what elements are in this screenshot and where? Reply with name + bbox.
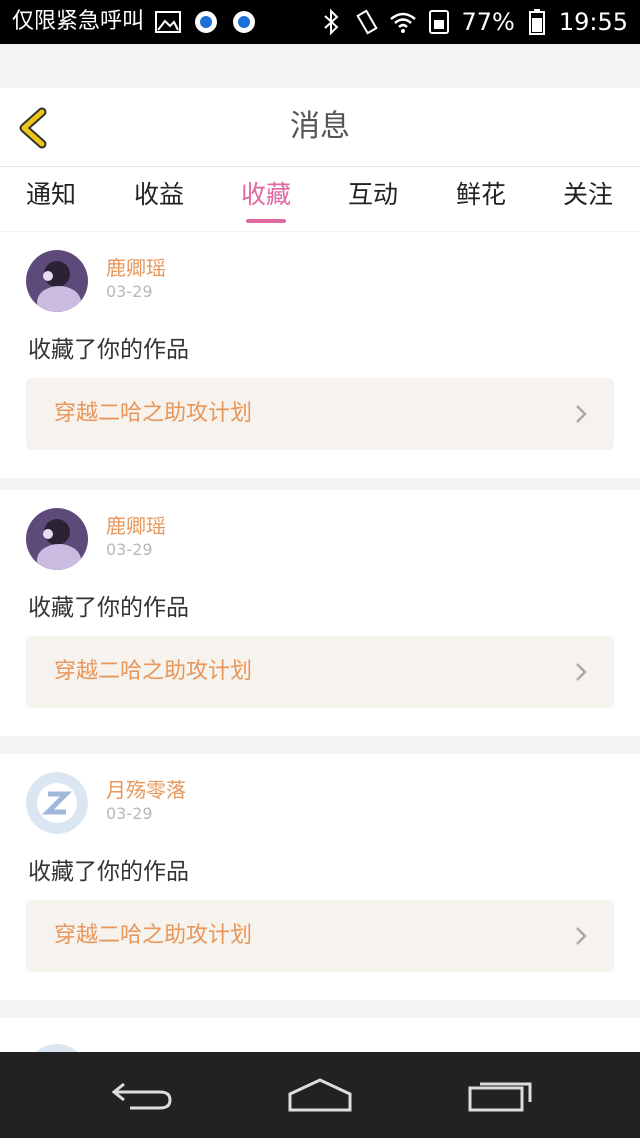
work-title: 穿越二哈之助攻计划 <box>54 923 253 948</box>
battery-icon <box>528 9 545 35</box>
message-card: 月殇零落 03-29 收藏了你的作品 穿越二哈之助攻计划 <box>0 754 640 1000</box>
app-header: 消息 <box>0 88 640 167</box>
work-link[interactable]: 穿越二哈之助攻计划 <box>26 378 614 450</box>
tab-favorites[interactable]: 收藏 <box>241 167 291 231</box>
page-title: 消息 <box>290 109 350 144</box>
clock: 19:55 <box>558 8 628 36</box>
chevron-right-icon <box>576 405 587 423</box>
tab-label: 收益 <box>134 180 185 209</box>
tab-label: 鲜花 <box>456 180 507 209</box>
message-text: 收藏了你的作品 <box>28 337 189 363</box>
battery-percent: 77% <box>461 8 515 36</box>
message-card-partial <box>0 1018 640 1052</box>
message-text: 收藏了你的作品 <box>28 859 189 885</box>
tab-flowers[interactable]: 鲜花 <box>456 167 506 231</box>
message-date: 03-29 <box>106 804 153 823</box>
back-button[interactable] <box>14 106 54 150</box>
status-bar-right: 77% 19:55 <box>317 6 628 38</box>
active-tab-indicator <box>246 219 287 223</box>
work-link[interactable]: 穿越二哈之助攻计划 <box>26 636 614 708</box>
carrier-text: 仅限紧急呼叫 <box>12 9 145 34</box>
username[interactable]: 月殇零落 <box>106 774 186 803</box>
image-icon <box>155 11 182 33</box>
nav-home-icon[interactable] <box>280 1072 360 1116</box>
tab-interaction[interactable]: 互动 <box>348 167 398 231</box>
tab-label: 通知 <box>26 180 77 209</box>
qq-icon <box>233 11 256 33</box>
avatar[interactable] <box>26 508 88 570</box>
message-card: 鹿卿瑶 03-29 收藏了你的作品 穿越二哈之助攻计划 <box>0 232 640 478</box>
chevron-right-icon <box>576 663 587 681</box>
work-link[interactable]: 穿越二哈之助攻计划 <box>26 900 614 972</box>
chevron-right-icon <box>576 927 587 945</box>
message-text: 收藏了你的作品 <box>28 595 189 621</box>
nav-recent-apps-icon[interactable] <box>462 1072 542 1116</box>
username[interactable]: 鹿卿瑶 <box>106 252 166 281</box>
status-bar: 仅限紧急呼叫 77% 19:55 <box>0 0 640 44</box>
avatar[interactable] <box>26 250 88 312</box>
work-title: 穿越二哈之助攻计划 <box>54 401 253 426</box>
default-avatar-icon[interactable] <box>26 772 88 834</box>
sim-icon <box>429 10 450 34</box>
nav-back-icon[interactable] <box>102 1072 182 1116</box>
username[interactable]: 鹿卿瑶 <box>106 510 166 539</box>
vibrate-icon <box>356 9 379 35</box>
system-nav-bar <box>0 1052 640 1138</box>
work-title: 穿越二哈之助攻计划 <box>54 659 253 684</box>
tab-label: 关注 <box>563 180 614 209</box>
default-avatar-icon[interactable] <box>26 1044 88 1052</box>
message-date: 03-29 <box>106 540 153 559</box>
qq-icon <box>195 11 218 33</box>
tab-follow[interactable]: 关注 <box>563 167 613 231</box>
wifi-icon <box>390 12 417 33</box>
tab-earnings[interactable]: 收益 <box>134 167 184 231</box>
status-bar-left: 仅限紧急呼叫 <box>12 6 258 38</box>
tab-label: 收藏 <box>241 180 292 209</box>
top-spacer <box>0 44 640 88</box>
bluetooth-icon <box>324 8 339 36</box>
tab-notice[interactable]: 通知 <box>26 167 76 231</box>
message-date: 03-29 <box>106 282 153 301</box>
tab-label: 互动 <box>348 180 399 209</box>
message-card: 鹿卿瑶 03-29 收藏了你的作品 穿越二哈之助攻计划 <box>0 490 640 736</box>
tab-bar: 通知 收益 收藏 互动 鲜花 关注 <box>0 167 640 231</box>
